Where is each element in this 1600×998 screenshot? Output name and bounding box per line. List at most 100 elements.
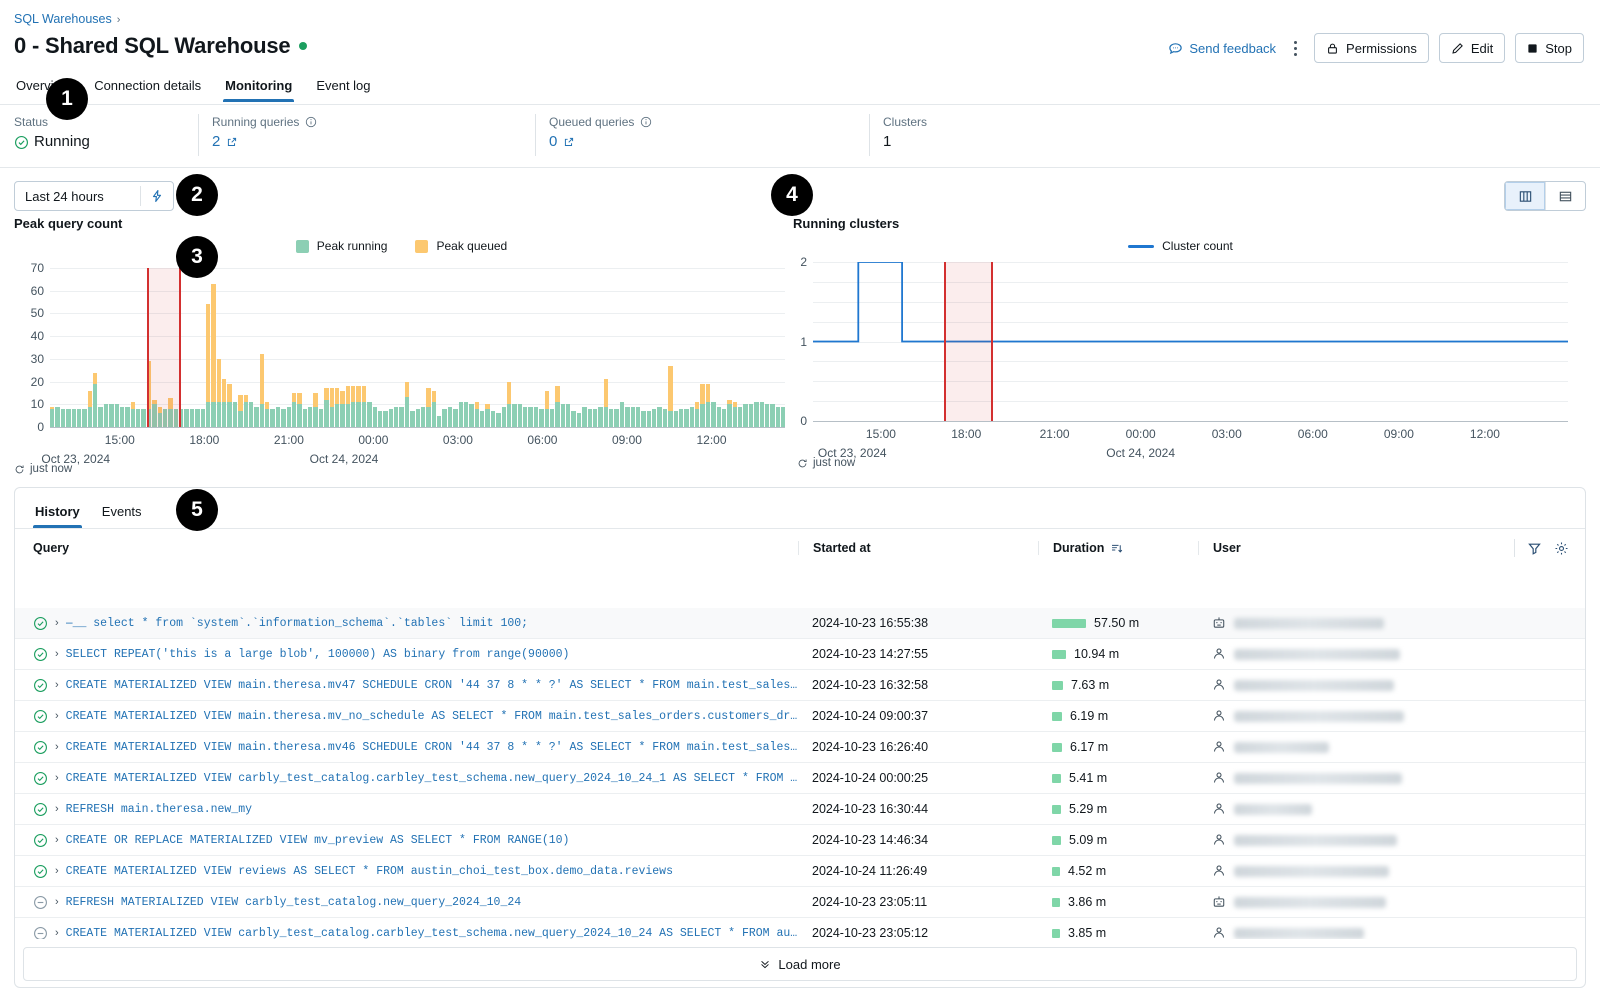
bar[interactable] — [603, 379, 608, 427]
bar[interactable] — [136, 408, 141, 427]
bar[interactable] — [539, 408, 544, 427]
bar[interactable] — [566, 404, 571, 427]
bar[interactable] — [619, 402, 625, 427]
refresh-icon[interactable] — [14, 464, 25, 475]
bar[interactable] — [689, 406, 694, 427]
bar[interactable] — [168, 397, 173, 427]
bar[interactable] — [781, 406, 786, 427]
bar[interactable] — [528, 406, 533, 427]
bar[interactable] — [587, 408, 592, 427]
bar[interactable] — [232, 402, 238, 427]
bar[interactable] — [447, 406, 453, 427]
tab-connection-details[interactable]: Connection details — [92, 74, 203, 102]
column-header-duration[interactable]: Duration — [1038, 541, 1198, 555]
expand-row-chevron-icon[interactable]: › — [55, 679, 59, 691]
info-icon[interactable] — [640, 116, 652, 128]
table-view-button[interactable] — [1545, 182, 1585, 210]
bar[interactable] — [351, 386, 356, 427]
bar[interactable] — [238, 395, 243, 427]
bar[interactable] — [222, 379, 227, 427]
more-options-button[interactable] — [1286, 37, 1304, 59]
peak-query-count-plot[interactable]: 0 10 20 30 40 50 60 70 — [31, 261, 786, 434]
stat-running-queries-value-wrap[interactable]: 2 — [212, 133, 521, 150]
expand-row-chevron-icon[interactable]: › — [55, 927, 59, 939]
bar[interactable] — [114, 404, 119, 427]
query-text[interactable]: CREATE MATERIALIZED VIEW carbly_test_cat… — [66, 927, 798, 940]
bar[interactable] — [248, 402, 254, 427]
query-text[interactable]: CREATE MATERIALIZED VIEW main.theresa.mv… — [66, 679, 798, 692]
bar[interactable] — [340, 390, 345, 427]
bar[interactable] — [216, 358, 221, 427]
bar[interactable] — [431, 390, 436, 427]
bar[interactable] — [480, 411, 485, 427]
gear-icon[interactable] — [1554, 541, 1569, 556]
send-feedback-button[interactable]: Send feedback — [1168, 41, 1276, 56]
bar[interactable] — [82, 408, 87, 427]
table-row[interactable]: › CREATE MATERIALIZED VIEW carbly_test_ca… — [15, 763, 1585, 794]
bar[interactable] — [345, 386, 350, 427]
bar[interactable] — [549, 408, 555, 427]
bar[interactable] — [329, 388, 334, 427]
bar[interactable] — [76, 408, 82, 427]
permissions-button[interactable]: Permissions — [1314, 33, 1429, 63]
query-text[interactable]: REFRESH main.theresa.new_my — [66, 803, 252, 816]
bar[interactable] — [748, 404, 754, 427]
bar[interactable] — [523, 406, 528, 427]
expand-row-chevron-icon[interactable]: › — [55, 865, 59, 877]
bar[interactable] — [544, 390, 549, 427]
bar[interactable] — [308, 406, 313, 427]
bar[interactable] — [657, 406, 662, 427]
expand-row-chevron-icon[interactable]: › — [55, 710, 59, 722]
bar[interactable] — [157, 406, 162, 427]
bar[interactable] — [162, 408, 168, 427]
bar[interactable] — [93, 372, 98, 427]
bar[interactable] — [641, 411, 646, 427]
table-row[interactable]: › —__ select * from `system`.`information… — [15, 608, 1585, 639]
table-row[interactable]: › CREATE MATERIALIZED VIEW main.theresa.m… — [15, 701, 1585, 732]
bar[interactable] — [775, 406, 780, 427]
bar[interactable] — [469, 404, 474, 427]
bar[interactable] — [66, 408, 71, 427]
bar[interactable] — [291, 392, 297, 427]
bar[interactable] — [334, 388, 340, 427]
query-text[interactable]: CREATE OR REPLACE MATERIALIZED VIEW mv_p… — [66, 834, 570, 847]
stop-button[interactable]: Stop — [1515, 33, 1584, 63]
bar[interactable] — [103, 404, 109, 427]
bar[interactable] — [684, 408, 689, 427]
bar[interactable] — [533, 406, 539, 427]
bar[interactable] — [678, 408, 684, 427]
load-more-button[interactable]: Load more — [23, 947, 1577, 981]
bar[interactable] — [490, 411, 496, 427]
bar[interactable] — [571, 411, 576, 427]
bar[interactable] — [125, 406, 130, 427]
bar[interactable] — [173, 408, 178, 427]
bar[interactable] — [259, 354, 264, 427]
bar[interactable] — [652, 408, 657, 427]
bar[interactable] — [184, 408, 189, 427]
bar[interactable] — [453, 408, 458, 427]
info-icon[interactable] — [305, 116, 317, 128]
bar[interactable] — [695, 402, 700, 427]
bar[interactable] — [743, 404, 748, 427]
panel-tab-events[interactable]: Events — [100, 502, 144, 528]
query-text[interactable]: CREATE MATERIALIZED VIEW main.theresa.mv… — [66, 710, 798, 723]
bar[interactable] — [297, 392, 302, 427]
panel-tab-history[interactable]: History — [33, 502, 82, 528]
bar[interactable] — [404, 381, 410, 427]
bar[interactable] — [512, 404, 517, 427]
bar[interactable] — [189, 408, 195, 427]
expand-row-chevron-icon[interactable]: › — [55, 772, 59, 784]
bar[interactable] — [179, 408, 184, 427]
bar[interactable] — [243, 395, 248, 427]
bar[interactable] — [592, 408, 598, 427]
bar[interactable] — [598, 406, 603, 427]
bar[interactable] — [254, 406, 259, 427]
sort-descending-icon[interactable] — [1110, 542, 1123, 555]
bar[interactable] — [711, 402, 716, 427]
bar[interactable] — [458, 402, 463, 427]
bar[interactable] — [200, 408, 205, 427]
bar[interactable] — [614, 408, 619, 427]
filter-icon[interactable] — [1527, 541, 1542, 556]
bar[interactable] — [716, 406, 721, 427]
query-history-rows[interactable]: › —__ select * from `system`.`information… — [15, 608, 1585, 939]
